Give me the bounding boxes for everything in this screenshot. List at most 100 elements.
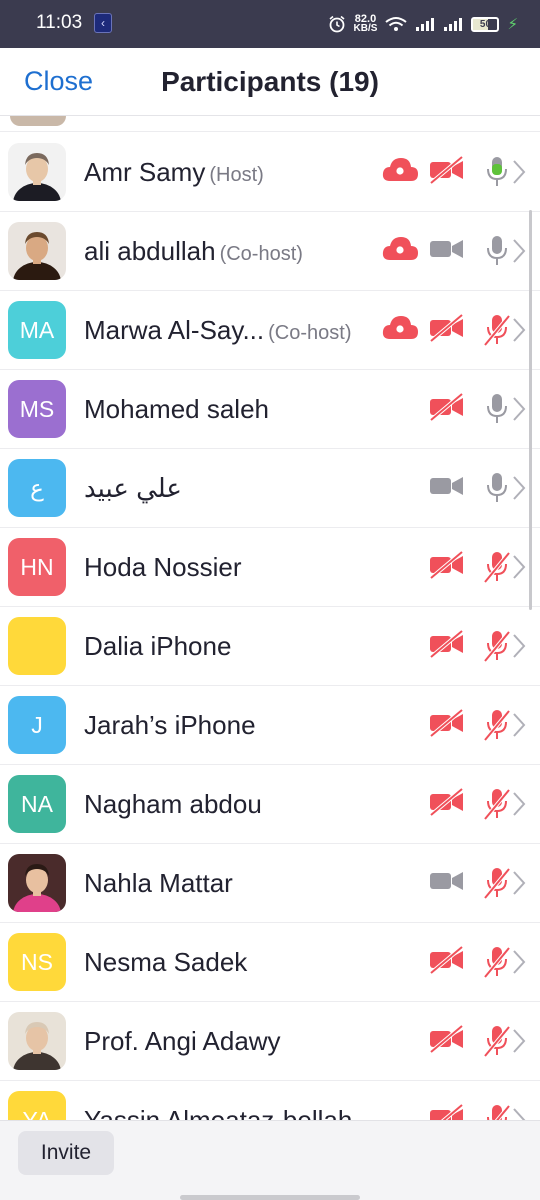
list-item[interactable]: NS Nesma Sadek — [0, 923, 540, 1002]
cloud-recording-icon — [381, 234, 419, 269]
invite-button[interactable]: Invite — [18, 1131, 114, 1175]
participant-status-icons — [380, 291, 540, 370]
video-off-icon — [429, 945, 465, 980]
participant-name-wrap: Dalia iPhone — [84, 607, 231, 686]
participant-status-icons — [380, 765, 540, 844]
participants-header: Close Participants (19) — [0, 48, 540, 116]
signal-icon — [444, 18, 463, 31]
mic-muted-icon — [483, 1103, 511, 1120]
avatar-initials: HN — [20, 554, 54, 580]
participant-status-icons — [380, 844, 540, 923]
list-item[interactable]: J Jarah’s iPhone — [0, 686, 540, 765]
list-item[interactable]: HN Hoda Nossier — [0, 528, 540, 607]
mic-icon — [483, 471, 511, 510]
participant-name-wrap: Marwa Al-Say... (Co-host) — [84, 291, 351, 370]
participant-role: (Co-host) — [219, 243, 303, 265]
avatar: J — [8, 696, 66, 754]
avatar: MS — [8, 380, 66, 438]
video-off-icon — [429, 155, 465, 190]
app-notification-icon: ‹ — [94, 13, 112, 33]
home-indicator[interactable] — [180, 1195, 360, 1200]
participant-name-wrap: Yassin Almoataz-bellah — [84, 1081, 352, 1120]
participant-name: Hoda Nossier — [84, 552, 242, 582]
page-title: Participants (19) — [161, 66, 379, 97]
chevron-right-icon[interactable] — [512, 633, 526, 664]
chevron-right-icon[interactable] — [512, 396, 526, 427]
mic-muted-icon — [483, 866, 511, 905]
chevron-right-icon[interactable] — [512, 870, 526, 901]
avatar — [8, 222, 66, 280]
list-item[interactable]: YA Yassin Almoataz-bellah — [0, 1081, 540, 1120]
scrollbar[interactable] — [529, 210, 532, 610]
battery-icon: 50 — [471, 16, 500, 32]
avatar — [8, 617, 66, 675]
status-icons: 82.0 KB/S 50 ⚡ — [328, 10, 518, 38]
video-icon — [429, 866, 465, 901]
network-speed: 82.0 KB/S — [353, 13, 378, 34]
chevron-right-icon[interactable] — [512, 1028, 526, 1059]
video-off-icon — [429, 313, 465, 348]
participant-list[interactable]: Amr Samy (Host) ali abdullah (Co-host) MA Mar… — [0, 116, 540, 1120]
alarm-icon — [329, 15, 345, 33]
participant-name-wrap: ali abdullah (Co-host) — [84, 212, 303, 291]
participant-status-icons — [380, 607, 540, 686]
footer-bar: Invite — [0, 1120, 540, 1200]
participant-name: Marwa Al-Say... — [84, 315, 265, 345]
participant-status-icons — [380, 449, 540, 528]
participant-name: ali abdullah — [84, 236, 216, 266]
video-off-icon — [429, 787, 465, 822]
mic-muted-icon — [483, 708, 511, 747]
list-item[interactable]: ع علي عبيد — [0, 449, 540, 528]
cloud-recording-icon — [381, 155, 419, 190]
participant-name: Nahla Mattar — [84, 868, 233, 898]
participant-status-icons — [380, 370, 540, 449]
mic-muted-icon — [483, 313, 511, 352]
participant-name: Amr Samy — [84, 157, 206, 187]
list-item[interactable]: Dalia iPhone — [0, 607, 540, 686]
chevron-right-icon[interactable] — [512, 317, 526, 348]
participant-name: Dalia iPhone — [84, 631, 232, 661]
chevron-right-icon[interactable] — [512, 791, 526, 822]
avatar: NA — [8, 775, 66, 833]
avatar — [8, 1012, 66, 1070]
mic-muted-icon — [483, 629, 511, 668]
chevron-right-icon[interactable] — [512, 1107, 526, 1120]
participant-name-wrap: Hoda Nossier — [84, 528, 242, 607]
wifi-icon — [385, 17, 408, 31]
chevron-right-icon[interactable] — [512, 159, 526, 190]
participant-name: Yassin Almoataz-bellah — [84, 1105, 353, 1120]
mic-muted-icon — [483, 945, 511, 984]
chevron-right-icon[interactable] — [512, 554, 526, 585]
participant-name-wrap: Amr Samy (Host) — [84, 133, 264, 212]
list-item[interactable]: Prof. Angi Adawy — [0, 1002, 540, 1081]
list-item[interactable]: Amr Samy (Host) — [0, 133, 540, 212]
mic-muted-icon — [483, 1024, 511, 1063]
list-item[interactable]: Nahla Mattar — [0, 844, 540, 923]
list-item[interactable]: ali abdullah (Co-host) — [0, 212, 540, 291]
avatar: MA — [8, 301, 66, 359]
video-off-icon — [429, 708, 465, 743]
list-item[interactable]: MS Mohamed saleh — [0, 370, 540, 449]
video-off-icon — [429, 629, 465, 664]
avatar — [8, 143, 66, 201]
participant-status-icons — [380, 133, 540, 212]
video-off-icon — [429, 1103, 465, 1120]
chevron-right-icon[interactable] — [512, 238, 526, 269]
participant-status-icons — [380, 923, 540, 1002]
mic-muted-icon — [483, 550, 511, 589]
list-item[interactable]: NA Nagham abdou — [0, 765, 540, 844]
list-item[interactable]: MA Marwa Al-Say... (Co-host) — [0, 291, 540, 370]
chevron-right-icon[interactable] — [512, 712, 526, 743]
participant-name-wrap: علي عبيد — [84, 449, 182, 528]
participant-status-icons — [380, 686, 540, 765]
chevron-right-icon[interactable] — [512, 949, 526, 980]
chevron-right-icon[interactable] — [512, 475, 526, 506]
video-icon — [429, 234, 465, 269]
list-item[interactable] — [0, 116, 540, 132]
video-off-icon — [429, 550, 465, 585]
participant-name: Mohamed saleh — [84, 394, 269, 424]
cloud-recording-icon — [381, 313, 419, 348]
avatar: YA — [8, 1091, 66, 1120]
mic-icon — [483, 155, 511, 194]
video-off-icon — [429, 392, 465, 427]
